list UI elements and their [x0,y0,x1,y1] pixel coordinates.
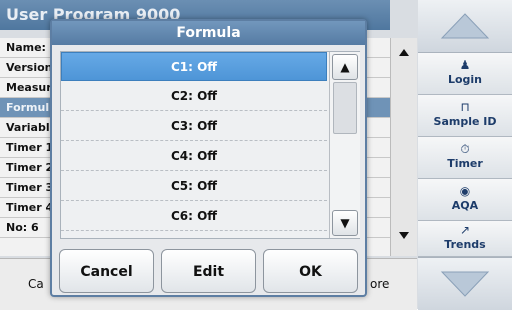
login-button[interactable]: ♟ Login [418,53,512,95]
timer-button[interactable]: ⏱ Timer [418,137,512,179]
formula-list: C1: Off C2: Off C3: Off C4: Off C5: Off … [60,51,360,239]
trends-button[interactable]: ↗ Trends [418,221,512,257]
bottle-icon: ⊓ [460,100,470,114]
aqa-icon: ◉ [459,184,471,198]
sample-id-button[interactable]: ⊓ Sample ID [418,95,512,137]
scroll-down-arrow-button[interactable]: ▼ [332,210,358,236]
edit-button[interactable]: Edit [161,249,256,293]
aqa-label: AQA [451,199,479,212]
timer-label: Timer [447,157,483,170]
triangle-down-icon: ▼ [340,216,350,230]
scroll-up-arrow-button[interactable]: ▲ [332,54,358,80]
side-panel: ♟ Login ⊓ Sample ID ⏱ Timer ◉ AQA ↗ Tren… [418,0,512,310]
formula-item[interactable]: C4: Off [61,142,327,171]
trends-label: Trends [444,238,486,251]
aqa-button[interactable]: ◉ AQA [418,179,512,221]
formula-item-selected[interactable]: C1: Off [61,52,327,81]
triangle-up-icon [440,13,490,39]
trend-chart-icon: ↗ [459,223,471,237]
formula-dialog: Formula C1: Off C2: Off C3: Off C4: Off … [50,19,367,297]
screen: User Program 9000 Name: Version Measur F… [0,0,512,310]
scroll-thumb[interactable] [333,82,357,134]
formula-item[interactable]: C3: Off [61,112,327,141]
formula-item[interactable]: C5: Off [61,172,327,201]
formula-item[interactable]: C2: Off [61,82,327,111]
scroll-down-button[interactable] [418,257,512,310]
person-icon: ♟ [459,58,471,72]
background-bottom-right-text: ore [370,277,390,291]
ok-button[interactable]: OK [263,249,358,293]
dialog-title: Formula [52,21,365,45]
background-scrollbar[interactable] [390,38,417,256]
stopwatch-icon: ⏱ [460,142,470,156]
list-scrollbar[interactable]: ▲ ▼ [329,52,360,238]
background-bottom-left-text: Ca [28,277,44,291]
formula-item[interactable]: C6: Off [61,202,327,231]
background-scrollbar-arrows-icon [399,49,409,239]
triangle-up-icon: ▲ [340,60,350,74]
sample-id-label: Sample ID [433,115,497,128]
triangle-down-icon [440,271,490,297]
cancel-button[interactable]: Cancel [59,249,154,293]
login-label: Login [447,73,483,86]
scroll-up-button[interactable] [418,0,512,53]
